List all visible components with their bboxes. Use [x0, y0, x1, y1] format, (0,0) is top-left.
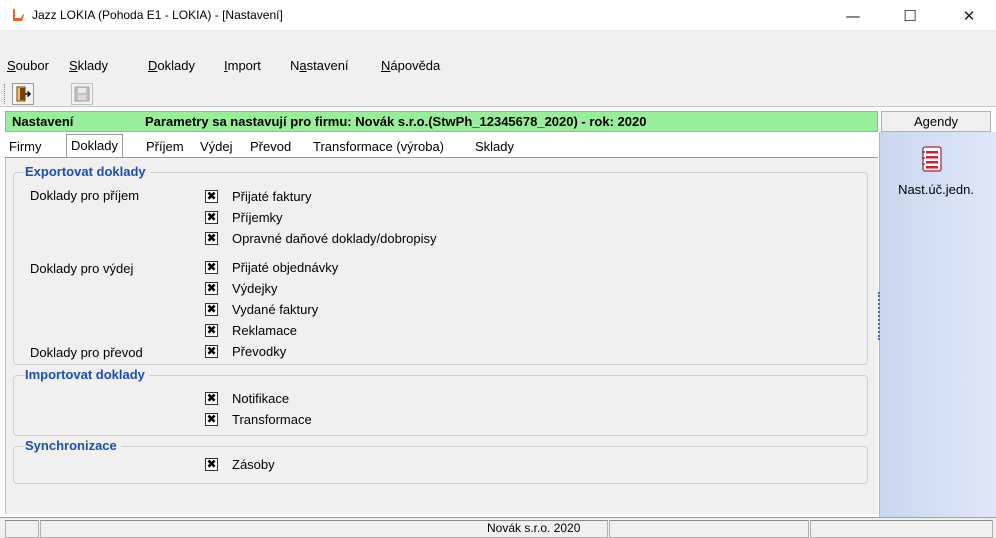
header-message: Parametry sa nastavují pro firmu: Novák … [145, 114, 647, 129]
tab-transformace[interactable]: Transformace (výroba) [309, 136, 448, 158]
close-icon: ✕ [962, 6, 976, 25]
checkbox-label: Zásoby [232, 457, 275, 472]
exit-button[interactable] [12, 83, 34, 105]
checkbox-label: Přijaté faktury [232, 189, 312, 204]
status-bar: Novák s.r.o. 2020 [0, 517, 996, 538]
checkbox-prijate-objednavky[interactable]: ✖ [205, 261, 218, 274]
checkbox-prijate-faktury[interactable]: ✖ [205, 190, 218, 203]
save-button[interactable] [71, 83, 93, 105]
checkbox-label: Vydané faktury [232, 302, 319, 317]
import-group [13, 375, 868, 436]
tab-doklady[interactable]: Doklady [66, 134, 123, 158]
status-cell-4 [810, 520, 993, 538]
settings-list-icon[interactable] [921, 146, 943, 172]
checkbox-label: Výdejky [232, 281, 278, 296]
status-cell-1 [5, 520, 39, 538]
title-bar: Jazz LOKIA (Pohoda E1 - LOKIA) - [Nastav… [0, 0, 996, 31]
checkbox-reklamace[interactable]: ✖ [205, 324, 218, 337]
checkbox-vydane-faktury[interactable]: ✖ [205, 303, 218, 316]
window-title: Jazz LOKIA (Pohoda E1 - LOKIA) - [Nastav… [32, 8, 283, 22]
checkbox-notifikace[interactable]: ✖ [205, 392, 218, 405]
exit-door-icon [16, 86, 31, 102]
app-logo-icon [13, 9, 24, 21]
import-group-title: Importovat doklady [25, 367, 149, 382]
close-button[interactable]: ✕ [946, 0, 992, 31]
agendy-header-button[interactable]: Agendy [881, 111, 991, 132]
save-disk-icon [74, 86, 90, 102]
tab-firmy[interactable]: Firmy [5, 136, 46, 158]
checkbox-zasoby[interactable]: ✖ [205, 458, 218, 471]
tab-prevod[interactable]: Převod [246, 136, 295, 158]
minimize-button[interactable]: — [830, 0, 876, 31]
checkbox-prijemky[interactable]: ✖ [205, 211, 218, 224]
header-label: Nastavení [12, 114, 74, 129]
menu-doklady[interactable]: Doklady [148, 55, 195, 77]
vydej-row-label: Doklady pro výdej [30, 261, 134, 276]
checkbox-vydejky[interactable]: ✖ [205, 282, 218, 295]
checkbox-opravne-doklady[interactable]: ✖ [205, 232, 218, 245]
checkbox-transformace[interactable]: ✖ [205, 413, 218, 426]
tab-strip: Firmy Doklady Příjem Výdej Převod Transf… [5, 134, 878, 158]
toolbar-grip[interactable] [4, 84, 7, 104]
tab-sklady[interactable]: Sklady [471, 136, 518, 158]
checkbox-prevodky[interactable]: ✖ [205, 345, 218, 358]
checkbox-label: Opravné daňové doklady/dobropisy [232, 231, 437, 246]
export-group [13, 172, 868, 365]
checkbox-label: Notifikace [232, 391, 290, 406]
menu-nastaveni[interactable]: Nastavení [290, 55, 349, 77]
sync-group-title: Synchronizace [25, 438, 121, 453]
sync-group [13, 446, 868, 484]
checkbox-label: Reklamace [232, 323, 298, 338]
export-group-title: Exportovat doklady [25, 164, 150, 179]
menu-napoveda[interactable]: Nápověda [381, 55, 440, 77]
checkbox-label: Transformace [232, 412, 312, 427]
checkbox-label: Přijaté objednávky [232, 260, 339, 275]
toolbar [0, 80, 996, 107]
minimize-icon: — [845, 6, 861, 25]
prijem-row-label: Doklady pro příjem [30, 188, 140, 203]
tab-prijem[interactable]: Příjem [142, 136, 188, 158]
checkbox-label: Převodky [232, 344, 287, 359]
settings-header: Nastavení Parametry sa nastavují pro fir… [5, 111, 878, 132]
status-company: Novák s.r.o. 2020 [487, 521, 581, 535]
splitter-handle[interactable] [878, 292, 881, 340]
checkbox-label: Příjemky [232, 210, 283, 225]
prevod-row-label: Doklady pro převod [30, 345, 143, 360]
agenda-item-label[interactable]: Nast.úč.jedn. [876, 182, 996, 197]
tab-vydej[interactable]: Výdej [196, 136, 237, 158]
menu-sklady[interactable]: Sklady [69, 55, 108, 77]
maximize-button[interactable]: ☐ [887, 0, 933, 31]
menu-import[interactable]: Import [224, 55, 261, 77]
maximize-icon: ☐ [903, 6, 917, 25]
menu-soubor[interactable]: Soubor [7, 55, 49, 77]
status-cell-3 [609, 520, 809, 538]
